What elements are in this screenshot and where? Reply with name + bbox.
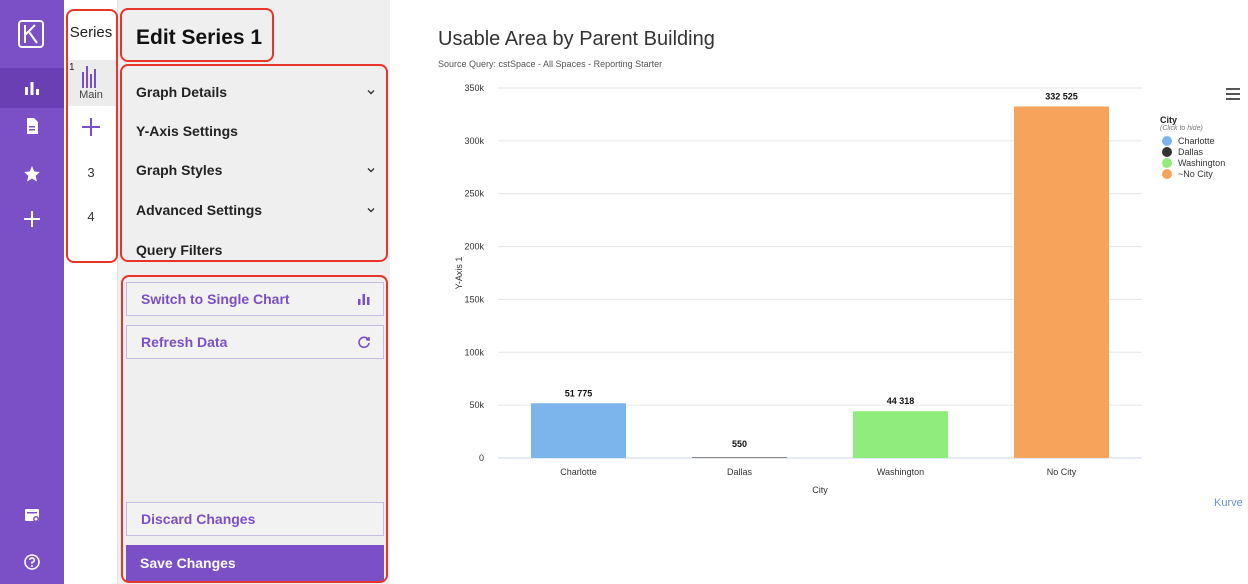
legend-item-no-city[interactable]: ~No City bbox=[1160, 168, 1225, 179]
document-icon[interactable] bbox=[0, 106, 64, 146]
calendar-settings-icon[interactable] bbox=[0, 495, 64, 535]
star-icon[interactable] bbox=[0, 154, 64, 194]
section-label: Advanced Settings bbox=[136, 202, 263, 218]
legend-dot bbox=[1162, 146, 1172, 157]
x-tick-label: No City bbox=[1047, 467, 1077, 477]
series-item-main[interactable]: 1 Main bbox=[66, 60, 116, 106]
series-main-number: 1 bbox=[69, 62, 75, 73]
legend-label: ~No City bbox=[1178, 168, 1213, 179]
data-label: 332 525 bbox=[1045, 91, 1078, 101]
data-label: 44 318 bbox=[887, 396, 915, 406]
bar-chart: 0 50k 100k 150k 200k 250k 300k 350k Y-Axis 1 51 7… bbox=[454, 83, 1142, 495]
y-axis-title: Y-Axis 1 bbox=[454, 257, 464, 290]
series-item-4[interactable]: 4 bbox=[66, 209, 116, 224]
section-label: Graph Styles bbox=[136, 162, 223, 178]
switch-single-chart-button[interactable]: Switch to Single Chart bbox=[126, 282, 384, 316]
bar-chart-icon bbox=[82, 66, 96, 88]
legend-item-charlotte[interactable]: Charlotte bbox=[1160, 135, 1225, 146]
bar-no-city bbox=[1014, 106, 1109, 458]
section-y-axis-settings[interactable]: Y-Axis Settings bbox=[136, 119, 376, 143]
section-label: Graph Details bbox=[136, 84, 228, 100]
legend-hint: (Click to hide) bbox=[1160, 125, 1203, 132]
series-column: Series 1 Main 3 4 bbox=[64, 0, 118, 584]
section-graph-styles[interactable]: Graph Styles bbox=[136, 158, 376, 182]
refresh-data-button[interactable]: Refresh Data bbox=[126, 325, 384, 359]
chevron-down-icon bbox=[367, 208, 375, 213]
y-tick-label: 300k bbox=[464, 136, 484, 146]
y-tick-label: 150k bbox=[464, 294, 484, 304]
add-icon[interactable] bbox=[0, 199, 64, 239]
y-tick-label: 200k bbox=[464, 242, 484, 252]
series-title: Series bbox=[69, 24, 113, 41]
discard-label: Discard Changes bbox=[141, 511, 256, 527]
app-logo-icon[interactable] bbox=[18, 20, 44, 48]
y-tick-label: 250k bbox=[464, 189, 484, 199]
help-icon[interactable] bbox=[0, 542, 64, 582]
legend-dot bbox=[1162, 135, 1172, 146]
switch-label: Switch to Single Chart bbox=[141, 291, 290, 307]
bar-washington bbox=[853, 411, 948, 458]
legend-dot bbox=[1162, 157, 1172, 168]
legend-label: Charlotte bbox=[1178, 135, 1215, 146]
legend-title: City bbox=[1160, 115, 1178, 125]
chart-legend: City (Click to hide) Charlotte Dallas Wa… bbox=[1160, 115, 1225, 179]
x-tick-label: Charlotte bbox=[560, 467, 597, 477]
bar-charlotte bbox=[531, 403, 626, 458]
credits-link[interactable]: Kurve bbox=[1214, 497, 1243, 509]
edit-series-panel: Edit Series 1 Graph Details Y-Axis Setti… bbox=[118, 0, 390, 584]
series-main-label: Main bbox=[79, 89, 103, 101]
add-series-button[interactable] bbox=[76, 112, 106, 142]
series-item-3[interactable]: 3 bbox=[66, 165, 116, 180]
section-advanced-settings[interactable]: Advanced Settings bbox=[136, 198, 376, 222]
x-tick-label: Washington bbox=[877, 467, 924, 477]
section-label: Y-Axis Settings bbox=[136, 123, 238, 139]
y-tick-label: 0 bbox=[479, 453, 484, 463]
legend-label: Dallas bbox=[1178, 146, 1204, 157]
section-graph-details[interactable]: Graph Details bbox=[136, 80, 376, 104]
bar-chart-icon bbox=[358, 294, 370, 305]
legend-item-dallas[interactable]: Dallas bbox=[1160, 146, 1225, 157]
section-query-filters[interactable]: Query Filters bbox=[136, 238, 376, 262]
x-tick-label: Dallas bbox=[727, 467, 753, 477]
discard-changes-button[interactable]: Discard Changes bbox=[126, 502, 384, 536]
refresh-icon bbox=[358, 336, 370, 349]
data-label: 550 bbox=[732, 439, 747, 449]
legend-dot bbox=[1162, 168, 1172, 179]
save-changes-button[interactable]: Save Changes bbox=[126, 545, 384, 581]
chevron-down-icon bbox=[367, 168, 375, 173]
bar-dallas bbox=[692, 457, 787, 458]
chevron-down-icon bbox=[367, 90, 375, 95]
legend-label: Washington bbox=[1178, 157, 1226, 168]
y-tick-label: 100k bbox=[464, 347, 484, 357]
charts-icon[interactable] bbox=[0, 68, 64, 108]
data-label: 51 775 bbox=[565, 388, 593, 398]
app-rail bbox=[0, 0, 64, 584]
panel-title: Edit Series 1 bbox=[136, 26, 263, 49]
section-label: Query Filters bbox=[136, 242, 223, 258]
refresh-label: Refresh Data bbox=[141, 334, 228, 350]
chart-area: Usable Area by Parent Building Source Qu… bbox=[390, 0, 1248, 584]
save-label: Save Changes bbox=[140, 555, 236, 571]
x-axis-title: City bbox=[812, 485, 828, 495]
y-tick-label: 350k bbox=[464, 83, 484, 93]
y-tick-label: 50k bbox=[469, 400, 484, 410]
plus-icon bbox=[82, 118, 100, 136]
legend-item-washington[interactable]: Washington bbox=[1160, 157, 1225, 168]
